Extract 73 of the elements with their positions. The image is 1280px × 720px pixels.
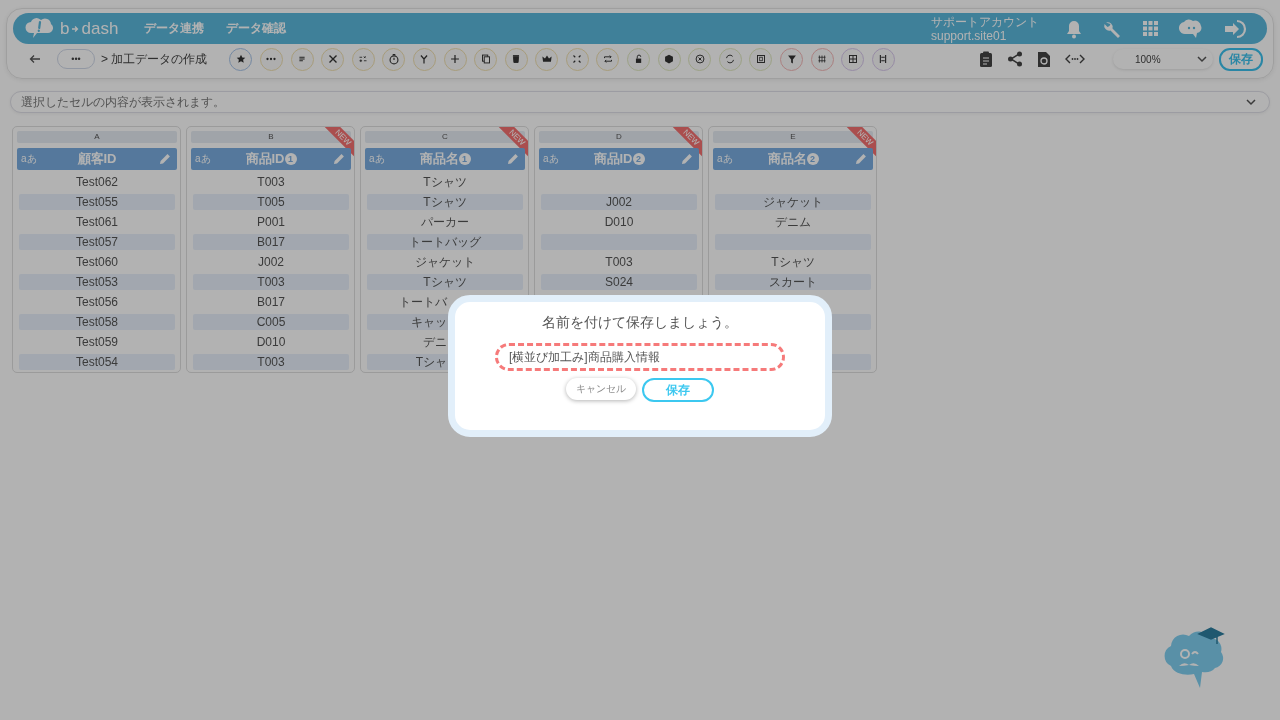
column-header[interactable]: aあ 商品ID 2: [539, 148, 699, 170]
table-cell: パーカー: [421, 213, 469, 231]
table-cell: C005: [256, 315, 286, 329]
table-cell: Test053: [76, 275, 118, 289]
table-cell: D010: [604, 215, 634, 229]
account-id: support.site01: [931, 28, 1008, 43]
table-cell: Test059: [76, 335, 118, 349]
table-cell: スカート: [769, 273, 817, 291]
name-input[interactable]: [横並び加工み]商品購入情報: [495, 343, 785, 371]
table-cell: S024: [605, 275, 633, 289]
table-cell: B017: [257, 295, 285, 309]
table-cell: Test062: [76, 175, 118, 189]
column-letter: A: [17, 131, 177, 143]
table-cell: トートバッグ: [409, 233, 481, 251]
cell-content-field[interactable]: 選択したセルの内容が表示されます。: [10, 91, 1270, 113]
save-button[interactable]: 保存: [642, 378, 714, 402]
table-cell: T003: [257, 175, 285, 189]
table-cell: Tシャツ: [423, 273, 467, 291]
table-cell: T005: [257, 195, 285, 209]
table-cell: トートバ: [399, 293, 447, 311]
number-badge: 1: [458, 153, 471, 165]
table-cell: D010: [256, 335, 286, 349]
column-name: 商品ID: [245, 150, 285, 168]
table-cell: Test057: [76, 235, 118, 249]
cancel-button[interactable]: キャンセル: [566, 378, 636, 400]
table-cell: Test058: [76, 315, 118, 329]
nav-link[interactable]: データ確認: [226, 20, 287, 37]
table-cell: デニ: [423, 333, 447, 351]
save-button[interactable]: 保存: [1219, 47, 1263, 71]
breadcrumb: > 加工データの作成: [101, 50, 208, 68]
number-badge: 2: [632, 153, 645, 165]
table-cell: ジャケット: [763, 193, 823, 211]
logo-text: dash: [81, 18, 119, 39]
zoom-select[interactable]: 100%: [1113, 49, 1213, 69]
table-cell: Test060: [76, 255, 118, 269]
account-name: サポートアカウント: [931, 14, 1039, 29]
text-type-label: aあ: [195, 152, 211, 166]
table-cell: J002: [606, 195, 632, 209]
nav-link[interactable]: データ連携: [144, 20, 205, 37]
column-header[interactable]: aあ 商品名 1: [365, 148, 525, 170]
table-cell: キャッ: [411, 313, 447, 331]
table-cell: Test061: [76, 215, 118, 229]
column-header[interactable]: aあ 商品ID 1: [191, 148, 351, 170]
column-name: 商品ID: [593, 150, 633, 168]
text-type-label: aあ: [543, 152, 559, 166]
column-header[interactable]: aあ 顧客ID: [17, 148, 177, 170]
column-name: 商品名: [419, 150, 459, 168]
column-header[interactable]: aあ 商品名 2: [713, 148, 873, 170]
text-type-label: aあ: [369, 152, 385, 166]
table-cell: J002: [258, 255, 284, 269]
logo-text: b: [60, 18, 70, 39]
table-cell: T003: [605, 255, 633, 269]
column-name: 顧客ID: [77, 150, 117, 168]
more-button[interactable]: •••: [57, 49, 95, 69]
table-cell: デニム: [775, 213, 811, 231]
table-cell: Tシャツ: [423, 173, 467, 191]
table-cell: P001: [257, 215, 285, 229]
table-cell: T003: [257, 355, 285, 369]
table-cell: Tシャツ: [423, 193, 467, 211]
table-cell: T003: [257, 275, 285, 289]
table-cell: Tシャ: [415, 353, 447, 371]
text-type-label: aあ: [717, 152, 733, 166]
table-cell: Test056: [76, 295, 118, 309]
dialog-title: 名前を付けて保存しましょう。: [542, 314, 738, 332]
text-type-label: aあ: [21, 152, 37, 166]
table-cell: Tシャツ: [771, 253, 815, 271]
table-cell: ジャケット: [415, 253, 475, 271]
table-cell: Test054: [76, 355, 118, 369]
number-badge: 2: [806, 153, 819, 165]
column-name: 商品名: [767, 150, 807, 168]
table-cell: B017: [257, 235, 285, 249]
number-badge: 1: [284, 153, 297, 165]
table-cell: Test055: [76, 195, 118, 209]
